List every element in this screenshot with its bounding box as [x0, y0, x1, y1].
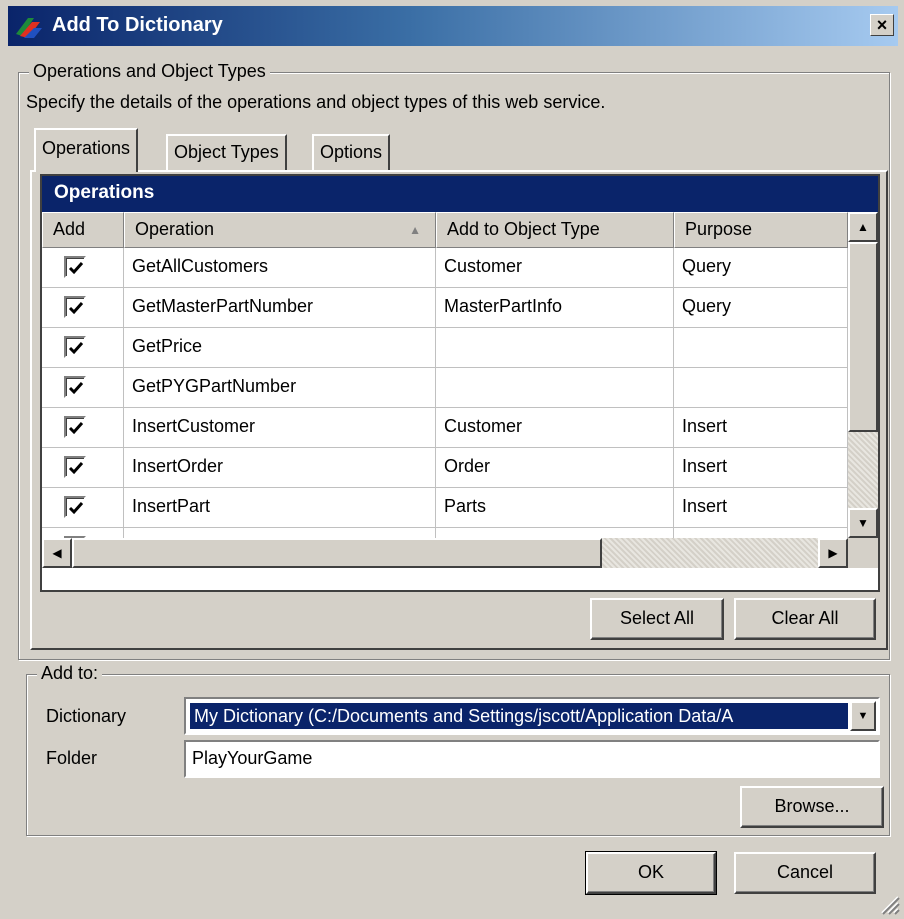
dictionary-select-value: My Dictionary (C:/Documents and Settings… — [190, 703, 848, 729]
close-button[interactable]: × — [870, 14, 894, 36]
check-icon — [68, 262, 84, 275]
add-to-group-label: Add to: — [37, 663, 103, 684]
cancel-button[interactable]: Cancel — [734, 852, 876, 894]
object-type-cell[interactable] — [436, 328, 674, 368]
add-checkbox[interactable] — [64, 296, 86, 318]
add-cell — [42, 448, 124, 488]
operation-cell[interactable]: InsertPart — [124, 488, 436, 528]
column-header-add-label: Add — [53, 219, 86, 239]
table-row[interactable]: GetPYGPartNumber — [42, 368, 848, 408]
table-row[interactable]: GetAllCustomers Customer Query — [42, 248, 848, 288]
horizontal-scroll-thumb[interactable] — [72, 538, 602, 568]
purpose-cell[interactable]: Insert — [674, 488, 848, 528]
object-type-cell[interactable]: MasterPartInfo — [436, 288, 674, 328]
column-header-purpose[interactable]: Purpose — [674, 212, 848, 248]
check-icon — [68, 302, 84, 315]
window-title: Add To Dictionary — [52, 14, 223, 36]
add-checkbox[interactable] — [64, 336, 86, 358]
operations-description: Specify the details of the operations an… — [26, 92, 606, 112]
grid-caption: Operations — [42, 176, 878, 212]
grid-header: Add Operation ▲ Add to Object Type Purpo… — [42, 212, 848, 248]
add-checkbox[interactable] — [64, 256, 86, 278]
operation-cell[interactable]: GetMasterPartNumber — [124, 288, 436, 328]
purpose-cell[interactable]: Query — [674, 248, 848, 288]
column-header-operation[interactable]: Operation ▲ — [124, 212, 436, 248]
object-type-cell[interactable]: Customer — [436, 248, 674, 288]
operations-group-label: Operations and Object Types — [29, 61, 270, 82]
grid-rows: GetAllCustomers Customer Query GetMaster… — [42, 248, 848, 538]
add-cell — [42, 408, 124, 448]
horizontal-scrollbar[interactable]: ◀ ▶ — [42, 538, 848, 568]
object-type-cell[interactable] — [436, 368, 674, 408]
purpose-cell[interactable]: Insert — [674, 448, 848, 488]
operation-cell[interactable]: GetAllCustomers — [124, 248, 436, 288]
table-row[interactable]: GetPrice — [42, 328, 848, 368]
check-icon — [68, 462, 84, 475]
dictionary-label: Dictionary — [46, 706, 127, 726]
ok-button[interactable]: OK — [585, 851, 717, 895]
operation-cell[interactable]: InsertOrder — [124, 448, 436, 488]
table-row[interactable]: InsertPart Parts Insert — [42, 488, 848, 528]
column-header-operation-label: Operation — [135, 219, 215, 239]
object-type-cell[interactable]: Customer — [436, 528, 674, 538]
table-row[interactable]: InsertCustomer Customer Insert — [42, 408, 848, 448]
dictionary-select[interactable]: My Dictionary (C:/Documents and Settings… — [184, 697, 880, 735]
column-header-object-type[interactable]: Add to Object Type — [436, 212, 674, 248]
add-cell — [42, 328, 124, 368]
add-cell — [42, 368, 124, 408]
purpose-cell[interactable] — [674, 328, 848, 368]
scroll-right-button[interactable]: ▶ — [818, 538, 848, 568]
folder-label: Folder — [46, 748, 98, 768]
tab-options[interactable]: Options — [312, 134, 391, 170]
add-to-dictionary-dialog: Add To Dictionary × Operations and Objec… — [0, 0, 904, 919]
table-row[interactable]: InsertOrder Order Insert — [42, 448, 848, 488]
check-icon — [68, 342, 84, 355]
tab-object-types[interactable]: Object Types — [166, 134, 287, 170]
add-checkbox[interactable] — [64, 496, 86, 518]
column-header-object-type-label: Add to Object Type — [447, 219, 600, 239]
sort-ascending-icon: ▲ — [409, 223, 421, 237]
add-cell — [42, 488, 124, 528]
tab-operations[interactable]: Operations — [34, 128, 139, 172]
vertical-scroll-thumb[interactable] — [848, 242, 878, 432]
add-cell — [42, 528, 124, 538]
check-icon — [68, 422, 84, 435]
check-icon — [68, 382, 84, 395]
table-row[interactable]: QueryCustomers Customer Query — [42, 528, 848, 538]
purpose-cell[interactable]: Query — [674, 528, 848, 538]
select-all-button[interactable]: Select All — [590, 598, 724, 640]
add-cell — [42, 288, 124, 328]
scroll-left-button[interactable]: ◀ — [42, 538, 72, 568]
add-checkbox[interactable] — [64, 456, 86, 478]
vertical-scrollbar[interactable]: ▲ ▼ — [848, 212, 878, 538]
operation-cell[interactable]: GetPrice — [124, 328, 436, 368]
object-type-cell[interactable]: Parts — [436, 488, 674, 528]
add-checkbox[interactable] — [64, 376, 86, 398]
scroll-down-button[interactable]: ▼ — [848, 508, 878, 538]
operations-grid: Operations Add Operation ▲ Add to Object… — [40, 174, 880, 592]
scrollbar-corner — [848, 538, 878, 568]
add-checkbox[interactable] — [64, 416, 86, 438]
purpose-cell[interactable]: Insert — [674, 408, 848, 448]
title-bar[interactable]: Add To Dictionary × — [8, 6, 898, 46]
column-header-purpose-label: Purpose — [685, 219, 753, 239]
operation-cell[interactable]: GetPYGPartNumber — [124, 368, 436, 408]
table-row[interactable]: GetMasterPartNumber MasterPartInfo Query — [42, 288, 848, 328]
resize-grip-icon[interactable] — [878, 893, 900, 915]
clear-all-button[interactable]: Clear All — [734, 598, 876, 640]
browse-button[interactable]: Browse... — [740, 786, 884, 828]
column-header-add[interactable]: Add — [42, 212, 124, 248]
purpose-cell[interactable]: Query — [674, 288, 848, 328]
operation-cell[interactable]: InsertCustomer — [124, 408, 436, 448]
add-cell — [42, 248, 124, 288]
operation-cell[interactable]: QueryCustomers — [124, 528, 436, 538]
object-type-cell[interactable]: Customer — [436, 408, 674, 448]
folder-field[interactable]: PlayYourGame — [184, 740, 880, 778]
check-icon — [68, 502, 84, 515]
purpose-cell[interactable] — [674, 368, 848, 408]
app-icon — [16, 18, 42, 38]
scroll-up-button[interactable]: ▲ — [848, 212, 878, 242]
dropdown-arrow-icon[interactable]: ▼ — [850, 701, 876, 731]
object-type-cell[interactable]: Order — [436, 448, 674, 488]
